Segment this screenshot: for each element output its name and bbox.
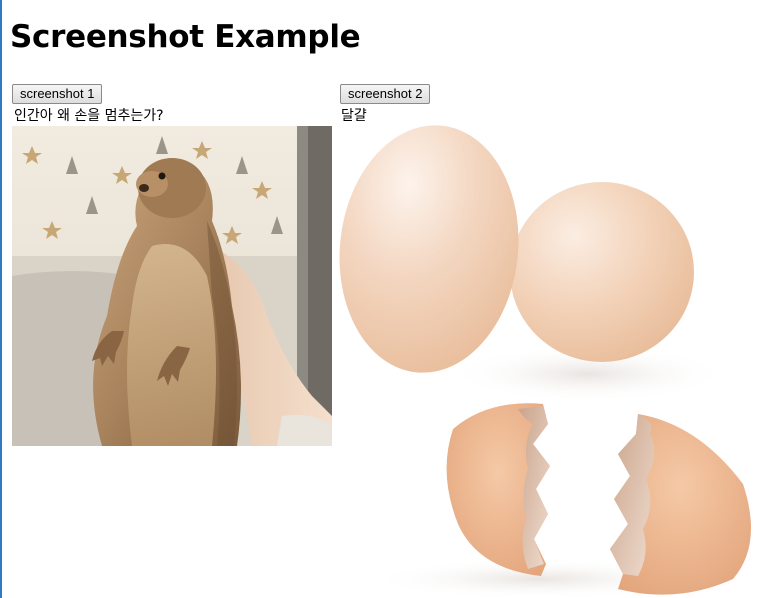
eggs-illustration xyxy=(338,124,758,598)
screenshot-1-button[interactable]: screenshot 1 xyxy=(12,84,103,104)
screenshot-2-caption: 달걀 xyxy=(341,108,367,124)
eggs-image xyxy=(339,125,751,598)
page: Screenshot Example screenshot 1 인간아 왜 손을… xyxy=(0,0,766,598)
page-title: Screenshot Example xyxy=(10,19,361,55)
prairie-dog-photo xyxy=(12,126,332,446)
prairie-dog-image xyxy=(12,126,332,446)
screenshot-2-button[interactable]: screenshot 2 xyxy=(340,84,431,104)
screenshot-1-caption: 인간아 왜 손을 멈추는가? xyxy=(14,108,164,124)
